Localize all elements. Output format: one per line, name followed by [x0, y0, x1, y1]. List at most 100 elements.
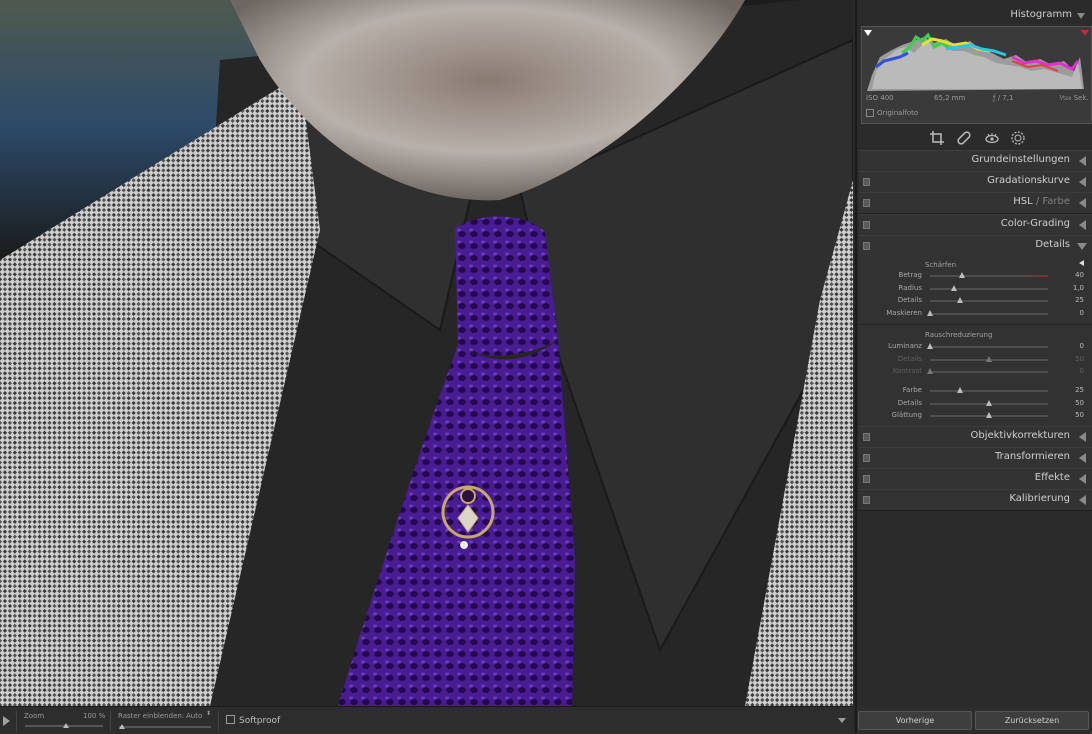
panel-switch-icon[interactable] — [863, 199, 870, 207]
crop-icon[interactable] — [929, 130, 945, 146]
panel-switch-icon[interactable] — [863, 221, 870, 229]
tool-strip — [859, 127, 1092, 149]
heal-icon[interactable] — [956, 130, 972, 146]
panel-switch-icon[interactable] — [863, 433, 870, 441]
reset-button[interactable]: Zurücksetzen — [975, 711, 1089, 730]
section-effekte[interactable]: Effekte — [859, 468, 1092, 490]
slider-value[interactable]: 50 — [1075, 411, 1084, 419]
slider-value[interactable]: 50 — [1075, 399, 1084, 407]
expand-triangle-icon[interactable] — [1079, 495, 1086, 505]
softproof-checkbox[interactable] — [226, 715, 235, 724]
collapse-triangle-icon[interactable] — [1077, 243, 1087, 250]
slider-row[interactable]: Maskieren 0 — [861, 308, 1092, 320]
toolbar-menu-chevron-icon[interactable] — [838, 718, 846, 723]
section-hsl-farbe[interactable]: HSL / Farbe — [859, 192, 1092, 214]
expand-triangle-icon[interactable] — [1079, 156, 1086, 166]
grid-slider[interactable] — [119, 724, 211, 729]
toolbar-toggle-icon[interactable] — [3, 716, 10, 726]
aperture-value: ƒ / 7,1 — [993, 94, 1014, 102]
slider-track[interactable] — [930, 346, 1048, 348]
expand-triangle-icon[interactable] — [1079, 432, 1086, 442]
tab-farbe[interactable]: Farbe — [1042, 196, 1070, 207]
slider-value[interactable]: 0 — [1080, 309, 1084, 317]
slider-track[interactable] — [930, 312, 1048, 315]
divider — [859, 324, 1092, 325]
slider-row[interactable]: Radius 1,0 — [861, 283, 1092, 295]
slider-row[interactable]: Betrag 40 — [861, 270, 1092, 282]
section-title: Grundeinstellungen — [971, 154, 1070, 165]
mask-icon[interactable] — [1010, 130, 1026, 146]
section-color-grading[interactable]: Color-Grading — [859, 214, 1092, 236]
softproof-toggle[interactable]: Softproof — [226, 715, 280, 726]
slider-value[interactable]: 40 — [1075, 271, 1084, 279]
zoom-slider-knob[interactable] — [62, 723, 69, 728]
slider-track[interactable] — [930, 300, 1048, 302]
bottom-toolbar: Zoom 100 % Raster einblenden: Auto ⬍ Sof… — [0, 706, 853, 734]
slider-knob[interactable] — [950, 284, 957, 291]
slider-value[interactable]: 25 — [1075, 296, 1084, 304]
slider-value[interactable]: 0 — [1080, 367, 1084, 375]
section-gradationskurve[interactable]: Gradationskurve — [859, 171, 1092, 193]
panel-switch-icon[interactable] — [863, 178, 870, 186]
slider-knob[interactable] — [927, 368, 933, 374]
slider-row[interactable]: Glättung 50 — [861, 410, 1092, 422]
original-photo-toggle[interactable]: Originalfoto — [866, 109, 918, 117]
section-details[interactable]: Details — [859, 235, 1092, 257]
slider-row[interactable]: Details 25 — [861, 295, 1092, 307]
redeye-icon[interactable] — [984, 130, 1000, 146]
sharpen-preview-triangle-icon[interactable] — [1079, 260, 1084, 266]
grid-select[interactable]: Auto — [186, 712, 202, 720]
slider-row[interactable]: Details 50 — [861, 398, 1092, 410]
grid-slider-knob[interactable] — [119, 724, 125, 729]
slider-knob[interactable] — [927, 343, 933, 349]
slider-row[interactable]: Details 50 — [861, 354, 1092, 366]
slider-value[interactable]: 0 — [1080, 342, 1084, 350]
slider-knob[interactable] — [986, 412, 992, 418]
expand-triangle-icon[interactable] — [1079, 220, 1086, 230]
slider-label: Details — [897, 296, 922, 304]
slider-track[interactable] — [930, 371, 1048, 373]
photo-viewer[interactable] — [0, 0, 853, 706]
section-grundeinstellungen[interactable]: Grundeinstellungen — [859, 150, 1092, 172]
panel-switch-icon[interactable] — [863, 454, 870, 462]
slider-row[interactable]: Luminanz 0 — [861, 341, 1092, 353]
grid-stepper-icon[interactable]: ⬍ — [206, 710, 211, 717]
tab-hsl[interactable]: HSL — [1013, 196, 1032, 207]
histogram-header[interactable]: Histogramm — [859, 3, 1092, 25]
slider-knob[interactable] — [927, 309, 933, 316]
details-body: Schärfen Betrag 40 Radius 1,0 Details 25 Maski… — [859, 256, 1092, 427]
slider-value[interactable]: 1,0 — [1073, 284, 1084, 292]
slider-value[interactable]: 50 — [1075, 355, 1084, 363]
slider-knob[interactable] — [956, 387, 963, 393]
histogram-title: Histogramm — [1010, 9, 1072, 20]
panel-switch-icon[interactable] — [863, 475, 870, 483]
panel-switch-icon[interactable] — [863, 242, 870, 250]
expand-triangle-icon[interactable] — [1079, 177, 1086, 187]
grid-label: Raster einblenden: — [118, 712, 185, 720]
section-kalibrierung[interactable]: Kalibrierung — [859, 489, 1092, 511]
photo-canvas[interactable] — [0, 0, 853, 706]
slider-row[interactable]: Farbe 25 — [861, 385, 1092, 397]
section-title: Details — [1035, 239, 1070, 250]
zoom-slider[interactable] — [25, 723, 103, 728]
slider-knob[interactable] — [956, 297, 963, 303]
slider-track[interactable] — [930, 275, 1048, 277]
expand-triangle-icon[interactable] — [1079, 453, 1086, 463]
section-objektivkorrekturen[interactable]: Objektivkorrekturen — [859, 426, 1092, 448]
slider-knob[interactable] — [986, 355, 992, 362]
panel-switch-icon[interactable] — [863, 496, 870, 504]
previous-button[interactable]: Vorherige — [858, 711, 972, 730]
slider-row[interactable]: Kontrast 0 — [861, 366, 1092, 378]
original-checkbox[interactable] — [866, 109, 874, 117]
expand-triangle-icon[interactable] — [1079, 474, 1086, 484]
expand-triangle-icon[interactable] — [1079, 198, 1086, 208]
slider-track[interactable] — [930, 287, 1048, 290]
slider-value[interactable]: 25 — [1075, 386, 1084, 394]
slider-label: Betrag — [898, 271, 922, 279]
slider-knob[interactable] — [958, 272, 965, 278]
slider-knob[interactable] — [986, 399, 992, 406]
collapse-triangle-icon[interactable] — [1077, 13, 1085, 19]
section-transformieren[interactable]: Transformieren — [859, 447, 1092, 469]
slider-label: Details — [897, 398, 922, 407]
slider-track[interactable] — [930, 390, 1048, 392]
